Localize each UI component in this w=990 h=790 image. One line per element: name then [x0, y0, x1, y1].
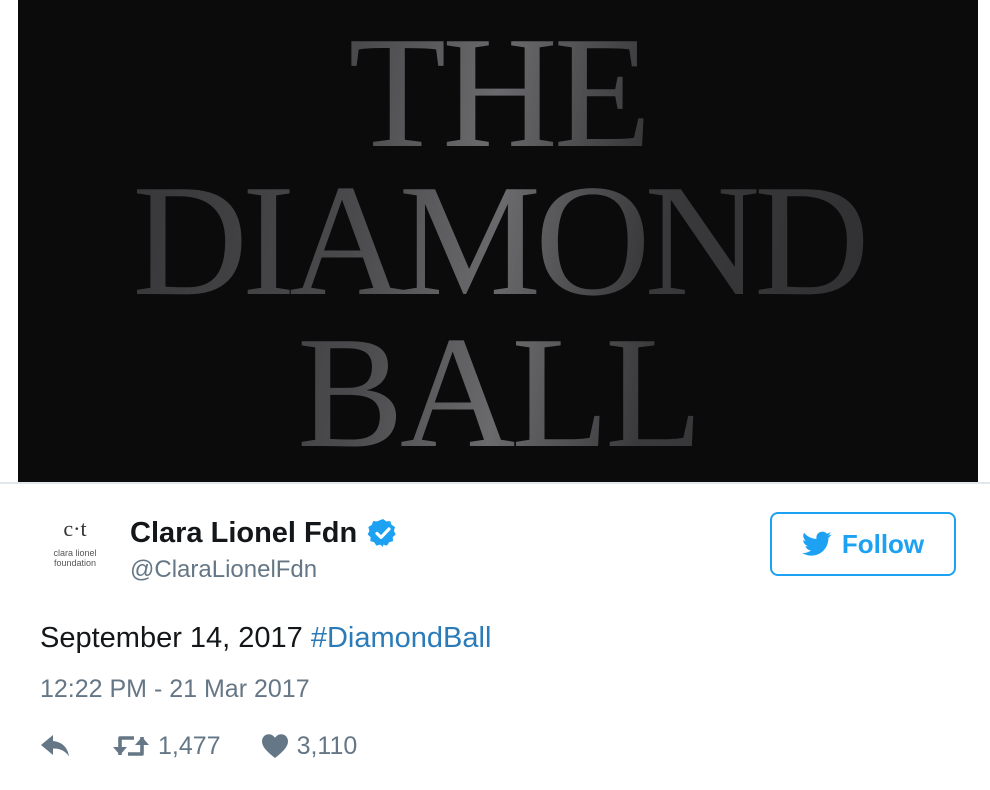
media-text-line-3: BALL: [18, 312, 978, 472]
twitter-bird-icon: [801, 531, 832, 556]
media-text-line-2: DIAMOND: [18, 160, 978, 320]
avatar-logo-text-1: clara lionel: [53, 548, 97, 558]
like-count: 3,110: [296, 731, 358, 760]
tweet-text-body: September 14, 2017: [40, 622, 311, 654]
author-handle[interactable]: @ClaraLionelFdn: [130, 556, 317, 584]
retweet-button[interactable]: 1,477: [112, 732, 221, 761]
embedded-tweet: THE DIAMOND BALL c·t clara lionel founda…: [0, 0, 990, 790]
follow-button[interactable]: Follow: [770, 512, 956, 576]
retweet-icon: [113, 736, 149, 756]
hashtag-link[interactable]: #DiamondBall: [311, 622, 492, 654]
tweet-media-image[interactable]: THE DIAMOND BALL: [18, 0, 978, 482]
like-button[interactable]: 3,110: [261, 731, 358, 761]
verified-badge-icon: [367, 519, 396, 547]
heart-icon: [261, 734, 288, 758]
retweet-count: 1,477: [158, 731, 221, 760]
author-name-row: Clara Lionel Fdn: [130, 515, 399, 551]
reply-icon: [41, 735, 69, 757]
author-display-name[interactable]: Clara Lionel Fdn: [130, 517, 357, 550]
media-divider: [0, 482, 990, 484]
avatar-logo-mark: c·t: [63, 516, 87, 541]
media-text-line-1: THE: [18, 12, 978, 172]
tweet-actions: 1,477 3,110: [40, 728, 357, 764]
follow-button-label: Follow: [841, 528, 925, 559]
reply-button[interactable]: [40, 733, 72, 759]
tweet-timestamp[interactable]: 12:22 PM - 21 Mar 2017: [40, 675, 310, 704]
avatar[interactable]: c·t clara lionel foundation: [40, 514, 110, 584]
avatar-logo-text-2: foundation: [53, 558, 97, 568]
tweet-text: September 14, 2017 #DiamondBall: [40, 622, 491, 655]
